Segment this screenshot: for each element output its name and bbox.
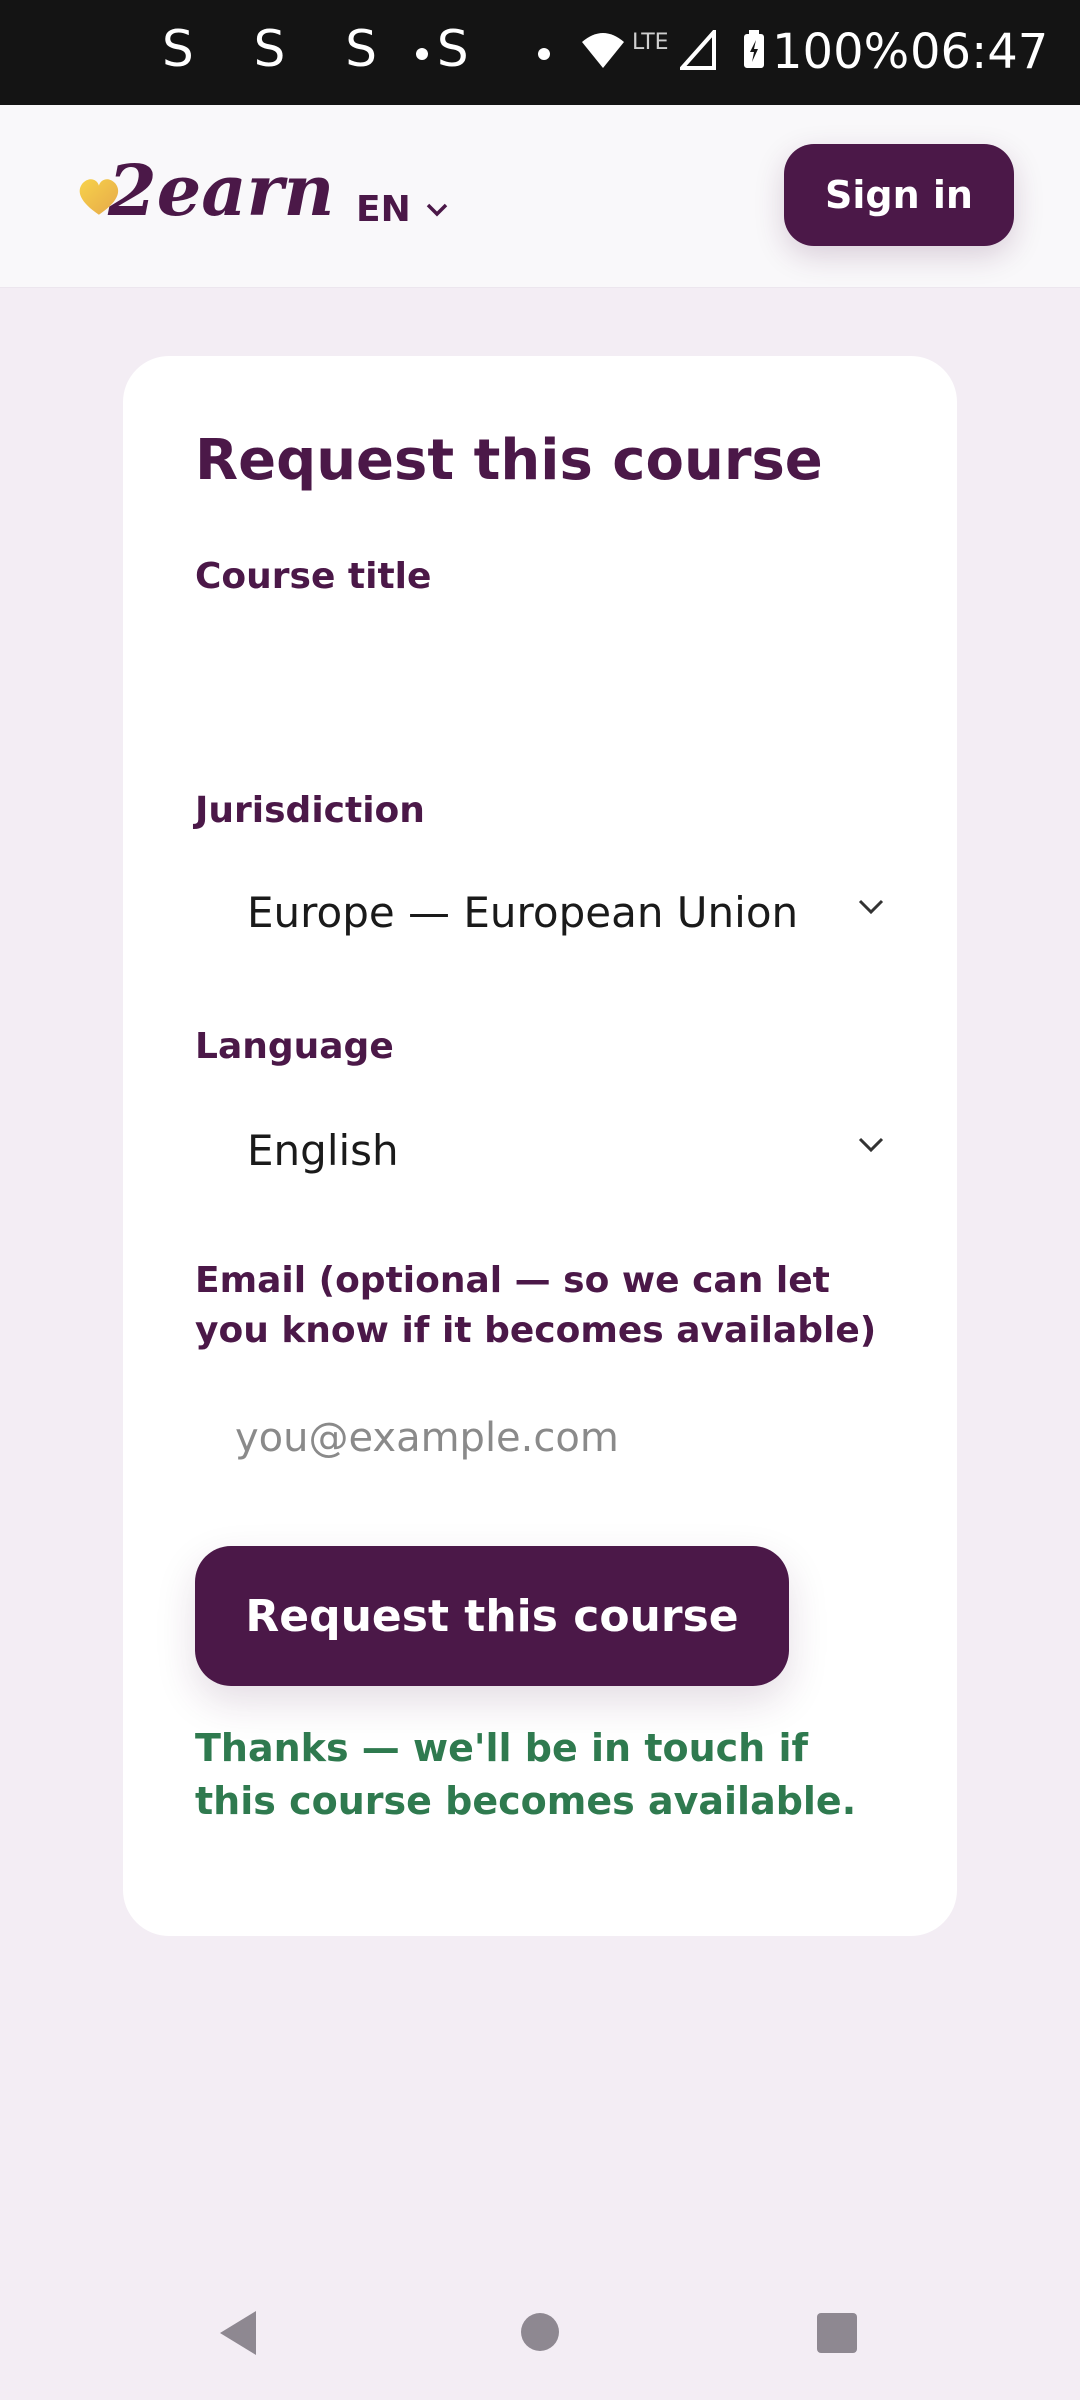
battery-icon xyxy=(744,30,764,68)
clock: 06:47 xyxy=(910,24,1049,80)
page-title: Request this course xyxy=(195,428,823,493)
app-header: 2earn EN Sign in xyxy=(0,105,1080,288)
notification-dot-icon xyxy=(538,48,550,60)
language-code: EN xyxy=(356,189,411,230)
notification-icons: S S S S xyxy=(162,20,491,78)
language-value: English xyxy=(247,1125,399,1175)
language-select[interactable]: English xyxy=(195,1100,885,1200)
chevron-down-icon xyxy=(858,899,884,915)
success-message: Thanks — we'll be in touch if this cours… xyxy=(195,1726,857,1823)
email-input[interactable] xyxy=(195,1388,885,1488)
logo-text: 2earn xyxy=(108,149,335,232)
lte-label: LTE xyxy=(632,30,669,55)
jurisdiction-label: Jurisdiction xyxy=(195,790,425,831)
system-nav-bar xyxy=(0,2270,1080,2400)
notification-dot-icon xyxy=(416,48,428,60)
back-icon[interactable] xyxy=(216,2308,260,2358)
chevron-down-icon xyxy=(858,1137,884,1153)
request-course-card: Request this course Course title Jurisdi… xyxy=(123,356,957,1936)
wifi-icon xyxy=(582,33,624,68)
sign-in-button[interactable]: Sign in xyxy=(784,144,1014,246)
language-selector[interactable]: EN xyxy=(356,189,449,230)
language-label: Language xyxy=(195,1026,394,1067)
email-label: Email (optional — so we can let you know… xyxy=(195,1260,877,1351)
recents-icon[interactable] xyxy=(816,2312,858,2354)
chevron-down-icon xyxy=(426,203,447,216)
course-title-label: Course title xyxy=(195,556,432,597)
battery-percentage: 100% xyxy=(772,24,910,80)
status-bar: S S S S LTE 100% 06:47 xyxy=(0,0,1080,105)
home-icon[interactable] xyxy=(520,2312,560,2352)
course-title-input[interactable] xyxy=(195,620,885,720)
jurisdiction-value: Europe — European Union (g xyxy=(247,887,795,937)
request-course-button[interactable]: Request this course xyxy=(195,1546,789,1686)
jurisdiction-select[interactable]: Europe — European Union (g xyxy=(195,862,885,962)
signal-icon xyxy=(680,30,716,70)
